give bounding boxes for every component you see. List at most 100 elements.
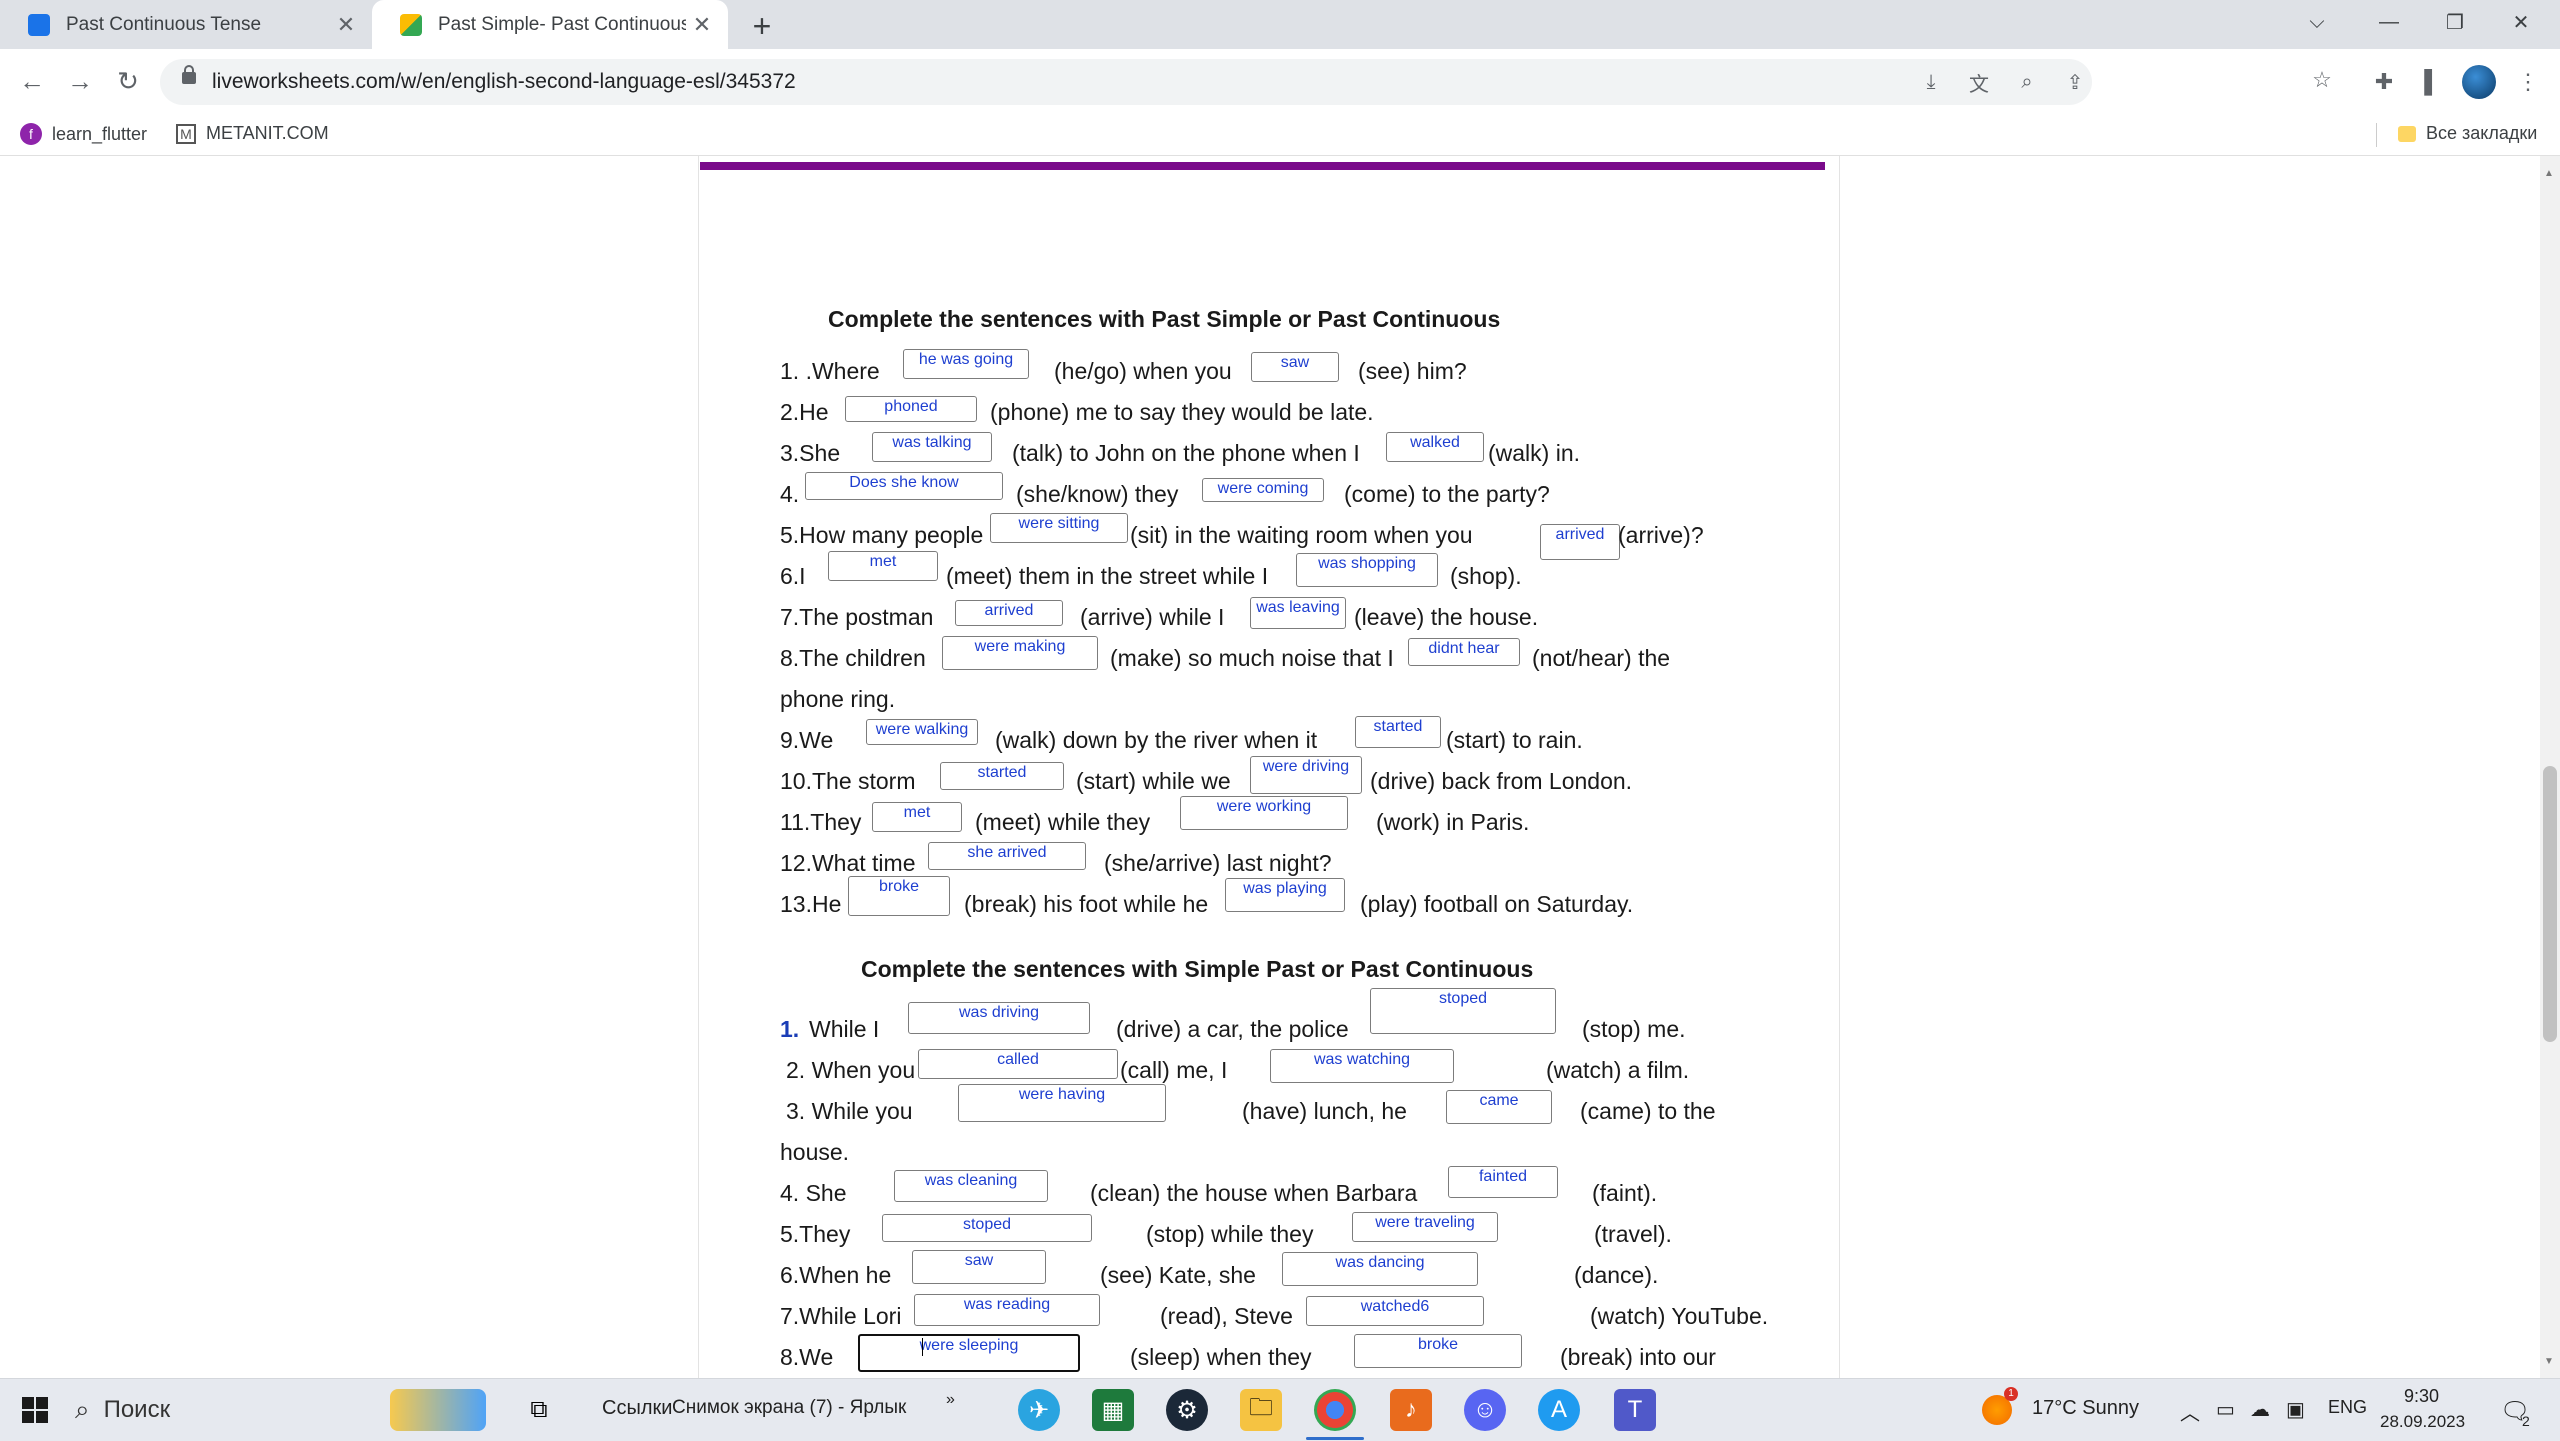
fl-studio-icon[interactable]: ♪ — [1390, 1389, 1432, 1431]
answer-field[interactable]: he was going — [903, 349, 1029, 379]
file-explorer-icon[interactable]: 🗀 — [1240, 1389, 1282, 1431]
answer-field[interactable]: was driving — [908, 1002, 1090, 1034]
sentence-text: 10.The storm — [780, 768, 916, 794]
close-tab-icon[interactable]: ✕ — [686, 9, 718, 41]
answer-field[interactable]: were sitting — [990, 513, 1128, 543]
answer-field-focused[interactable]: were sleeping — [858, 1334, 1080, 1372]
answer-field[interactable]: saw — [912, 1250, 1046, 1284]
answer-field[interactable]: watched6 — [1306, 1296, 1484, 1326]
page-scrollbar[interactable]: ▲ ▼ — [2540, 156, 2560, 1378]
search-highlight-icon[interactable] — [390, 1389, 486, 1431]
app-store-icon[interactable]: A — [1538, 1389, 1580, 1431]
spreadsheet-app-icon[interactable]: ▦ — [1092, 1389, 1134, 1431]
translate-icon[interactable]: 文 — [1964, 67, 1994, 97]
network-icon[interactable]: ▣ — [2286, 1397, 2305, 1422]
answer-field[interactable]: she arrived — [928, 842, 1086, 870]
answer-field[interactable]: called — [918, 1049, 1118, 1079]
answer-field[interactable]: didnt hear — [1408, 638, 1520, 666]
answer-field[interactable]: were driving — [1250, 756, 1362, 794]
restore-icon[interactable]: ❐ — [2424, 0, 2486, 44]
scrollbar-thumb[interactable] — [2543, 766, 2557, 1042]
answer-field[interactable]: broke — [1354, 1334, 1522, 1368]
answer-field[interactable]: were making — [942, 636, 1098, 670]
meet-now-icon[interactable]: ▭ — [2216, 1397, 2235, 1422]
bookmark-star-icon[interactable]: ☆ — [2302, 60, 2342, 100]
answer-field[interactable]: phoned — [845, 396, 977, 422]
telegram-icon[interactable]: ✈ — [1018, 1389, 1060, 1431]
answer-field[interactable]: started — [1355, 716, 1441, 748]
bookmark-metanit[interactable]: M METANIT.COM — [176, 123, 329, 144]
answer-field[interactable]: walked — [1386, 432, 1484, 462]
answer-field[interactable]: arrived — [1540, 524, 1620, 560]
answer-field[interactable]: was cleaning — [894, 1170, 1048, 1202]
sentence-text: (talk) to John on the phone when I — [1012, 440, 1360, 466]
menu-kebab-icon[interactable]: ⋮ — [2508, 62, 2548, 102]
teams-icon[interactable]: T — [1614, 1389, 1656, 1431]
extensions-puzzle-icon[interactable]: ✚ — [2364, 62, 2404, 102]
answer-field[interactable]: came — [1446, 1090, 1552, 1124]
answer-field[interactable]: were traveling — [1352, 1212, 1498, 1242]
zoom-icon[interactable]: ⌕ — [2012, 67, 2042, 97]
answer-field[interactable]: was watching — [1270, 1049, 1454, 1083]
answer-field[interactable]: Does she know — [805, 472, 1003, 500]
close-tab-icon[interactable]: ✕ — [330, 9, 362, 41]
onedrive-cloud-icon[interactable]: ☁ — [2250, 1397, 2270, 1422]
clock-time[interactable]: 9:30 — [2404, 1386, 2439, 1407]
scroll-up-arrow-icon[interactable]: ▲ — [2544, 168, 2554, 179]
answer-field[interactable]: were having — [958, 1084, 1166, 1122]
answer-field[interactable]: arrived — [955, 600, 1063, 626]
answer-field[interactable]: broke — [848, 876, 950, 916]
answer-field[interactable]: stoped — [1370, 988, 1556, 1034]
weather-text[interactable]: 17°C Sunny — [2032, 1397, 2139, 1420]
answer-field[interactable]: saw — [1251, 352, 1339, 382]
back-arrow-icon[interactable]: ← — [12, 61, 52, 101]
worksheet-top-bar — [700, 162, 1825, 170]
show-hidden-icons-chevron[interactable]: ︿ — [2180, 1397, 2200, 1426]
clock-date[interactable]: 28.09.2023 — [2380, 1412, 2465, 1432]
task-view-icon[interactable]: ⧉ — [518, 1389, 560, 1431]
answer-field[interactable]: was shopping — [1296, 553, 1438, 587]
tab-search-chevron-icon[interactable]: ⌵ — [2286, 0, 2348, 44]
language-indicator[interactable]: ENG — [2328, 1397, 2367, 1418]
answer-field[interactable]: was playing — [1225, 878, 1345, 912]
answer-field[interactable]: met — [872, 802, 962, 832]
address-bar[interactable]: liveworksheets.com/w/en/english-second-l… — [160, 59, 2092, 105]
taskbar-search[interactable]: ⌕ Поиск — [75, 1385, 335, 1435]
answer-field[interactable]: started — [940, 762, 1064, 790]
links-toolbar-label[interactable]: Ссылки — [602, 1397, 672, 1420]
sentence-text: 2.He — [780, 399, 829, 425]
answer-field[interactable]: stoped — [882, 1214, 1092, 1242]
windows-start-icon[interactable] — [14, 1389, 56, 1431]
tab-past-simple-active[interactable]: Past Simple- Past Continuous ac ✕ — [372, 0, 728, 49]
chrome-icon[interactable] — [1314, 1389, 1356, 1431]
scroll-down-arrow-icon[interactable]: ▼ — [2544, 1356, 2554, 1367]
tab-past-continuous-tense[interactable]: Past Continuous Tense ✕ — [0, 0, 372, 49]
close-window-icon[interactable]: ✕ — [2490, 0, 2552, 44]
side-panel-icon[interactable]: ▌ — [2412, 62, 2452, 102]
answer-field[interactable]: fainted — [1448, 1166, 1558, 1198]
install-app-icon[interactable]: ⤓ — [1916, 67, 1946, 97]
answer-field[interactable]: were working — [1180, 796, 1348, 830]
bookmark-learn-flutter[interactable]: f learn_flutter — [20, 123, 147, 145]
answer-field[interactable]: were coming — [1202, 478, 1324, 502]
answer-field[interactable]: met — [828, 551, 938, 581]
discord-icon[interactable]: ☺ — [1464, 1389, 1506, 1431]
sentence-text: (shop). — [1450, 563, 1522, 589]
sentence-text: (arrive)? — [1618, 522, 1704, 548]
all-bookmarks-button[interactable]: Все закладки — [2398, 123, 2537, 144]
answer-field[interactable]: was dancing — [1282, 1252, 1478, 1286]
minimize-icon[interactable]: — — [2358, 0, 2420, 44]
shortcut-file-label[interactable]: Снимок экрана (7) - Ярлык — [672, 1397, 906, 1419]
answer-field[interactable]: was leaving — [1250, 597, 1346, 629]
new-tab-plus-icon[interactable]: + — [744, 8, 780, 44]
reload-icon[interactable]: ↻ — [108, 61, 148, 101]
url-text[interactable]: liveworksheets.com/w/en/english-second-l… — [212, 70, 796, 94]
profile-avatar[interactable] — [2462, 65, 2496, 99]
answer-field[interactable]: was reading — [914, 1294, 1100, 1326]
steam-icon[interactable]: ⚙ — [1166, 1389, 1208, 1431]
answer-field[interactable]: was talking — [872, 432, 992, 462]
share-icon[interactable]: ⇪ — [2060, 67, 2090, 97]
answer-field[interactable]: were walking — [866, 719, 978, 745]
toolbar-overflow-icon[interactable]: » — [946, 1391, 955, 1409]
forward-arrow-icon[interactable]: → — [60, 61, 100, 101]
